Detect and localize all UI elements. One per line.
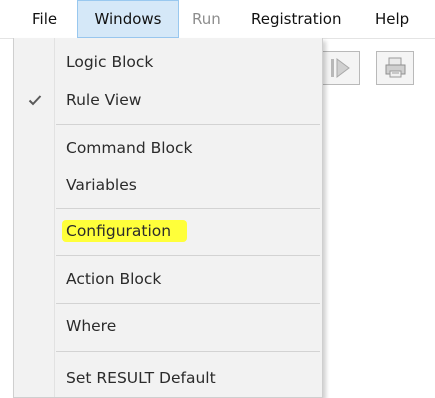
menu-separator xyxy=(56,208,320,209)
windows-dropdown-menu: Logic Block Rule View Command Block Vari… xyxy=(13,38,323,398)
menu-file[interactable]: File xyxy=(32,0,57,38)
menu-item-label: Rule View xyxy=(66,91,142,109)
menu-separator xyxy=(56,303,320,304)
menu-item-label: Set RESULT Default xyxy=(66,369,216,387)
printer-icon xyxy=(385,57,406,78)
play-button[interactable] xyxy=(322,51,360,85)
menu-item-command-block[interactable]: Command Block xyxy=(14,131,322,165)
menu-separator xyxy=(56,255,320,256)
menu-item-configuration[interactable]: Configuration xyxy=(14,214,322,248)
menu-item-label: Action Block xyxy=(66,270,162,288)
menu-item-label: Where xyxy=(66,317,117,335)
menu-item-where[interactable]: Where xyxy=(14,309,322,343)
menu-item-variables[interactable]: Variables xyxy=(14,168,322,202)
menu-separator xyxy=(56,351,320,352)
menu-item-action-block[interactable]: Action Block xyxy=(14,262,322,296)
menu-item-label: Logic Block xyxy=(66,53,154,71)
menu-item-set-result-default[interactable]: Set RESULT Default xyxy=(14,361,322,395)
menu-bar: File Windows Run Registration Help xyxy=(0,0,435,39)
print-button[interactable] xyxy=(376,51,414,85)
menu-item-label: Configuration xyxy=(62,220,188,242)
menu-item-label: Variables xyxy=(66,176,137,194)
menu-windows[interactable]: Windows xyxy=(77,0,179,38)
toolbar xyxy=(320,39,435,99)
menu-registration[interactable]: Registration xyxy=(251,0,341,38)
menu-item-logic-block[interactable]: Logic Block xyxy=(14,45,322,79)
menu-help[interactable]: Help xyxy=(375,0,409,38)
menu-separator xyxy=(56,124,320,125)
menu-run[interactable]: Run xyxy=(192,0,221,38)
menu-item-rule-view[interactable]: Rule View xyxy=(14,83,322,117)
play-icon xyxy=(331,58,350,78)
menu-item-label: Command Block xyxy=(66,139,193,157)
checkmark-icon xyxy=(28,83,44,117)
